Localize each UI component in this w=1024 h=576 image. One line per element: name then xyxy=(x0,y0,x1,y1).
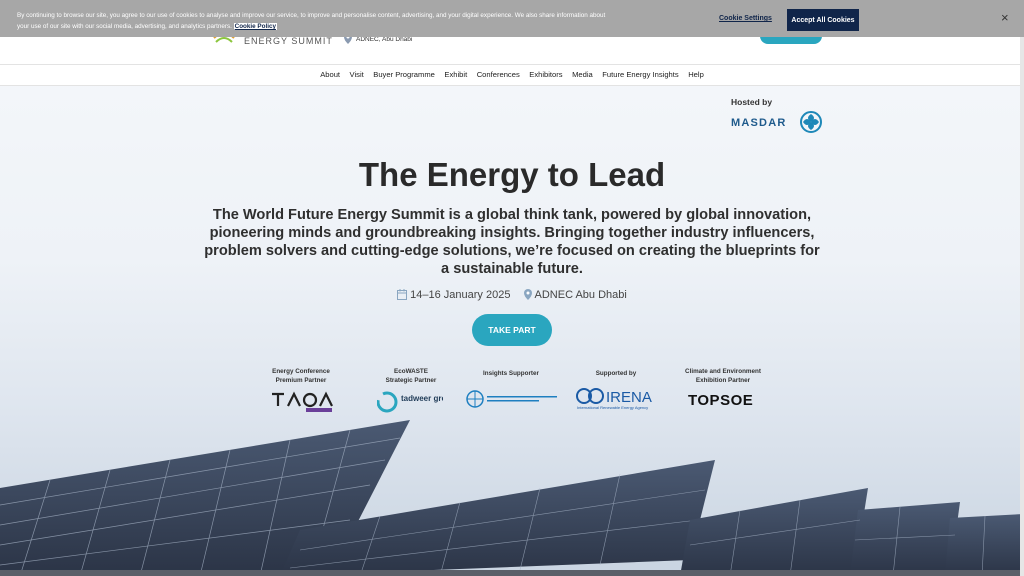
hero-title: The Energy to Lead xyxy=(358,156,666,193)
partner-caption: Premium Partner xyxy=(275,377,327,384)
partner-irena[interactable]: Supported by xyxy=(576,369,656,378)
partner-caption: EcoWASTE xyxy=(394,368,428,375)
cookie-banner-text: By continuing to browse our site, you ag… xyxy=(17,10,617,32)
event-meta: 14–16 January 2025 ADNEC Abu Dhabi xyxy=(0,289,1024,301)
partner-caption: Climate and Environment xyxy=(685,368,761,375)
calendar-icon xyxy=(397,289,408,300)
irena-logo-text: IRENA xyxy=(606,389,652,406)
nav-item-about[interactable]: About xyxy=(320,70,340,79)
nav-item-future-energy-insights[interactable]: Future Energy Insights xyxy=(602,70,678,79)
nav-item-conferences[interactable]: Conferences xyxy=(477,70,520,79)
header-location: ADNEC, Abu Dhabi xyxy=(356,36,413,43)
solar-panels-background xyxy=(0,420,1024,576)
taqa-logo-icon[interactable] xyxy=(270,390,334,414)
irena-logo-icon[interactable]: IRENA International Renewable Energy Age… xyxy=(576,387,660,411)
tadweer-logo-text: tadweer group xyxy=(401,394,443,403)
masdar-logo-text[interactable]: MASDAR xyxy=(731,117,786,129)
tadweer-logo-icon[interactable]: tadweer group xyxy=(377,390,443,414)
partner-caption: Strategic Partner xyxy=(385,377,437,384)
nav-item-help[interactable]: Help xyxy=(688,70,704,79)
nav-item-exhibitors[interactable]: Exhibitors xyxy=(529,70,562,79)
partner-topsoe[interactable]: Climate and Environment Exhibition Partn… xyxy=(678,367,768,385)
partner-caption: Exhibition Partner xyxy=(695,377,751,384)
cookie-settings-link[interactable]: Cookie Settings xyxy=(719,15,772,22)
cookie-policy-link[interactable]: Cookie Policy xyxy=(233,23,277,30)
irena-logo-subtext: International Renewable Energy Agency xyxy=(577,405,648,410)
page-scrollbar[interactable] xyxy=(1020,37,1024,576)
partner-caption: Supported by xyxy=(595,370,637,377)
location-pin-icon xyxy=(523,289,532,300)
nav-item-exhibit[interactable]: Exhibit xyxy=(444,70,467,79)
accept-cookies-button[interactable]: Accept All Cookies xyxy=(787,9,859,31)
close-icon[interactable]: × xyxy=(1001,10,1009,25)
logo-text[interactable]: ENERGY SUMMIT xyxy=(244,36,333,46)
partner-taqa[interactable]: Energy Conference Premium Partner xyxy=(258,367,344,385)
masdar-logo-icon[interactable] xyxy=(800,111,822,133)
partner-caption: Insights Supporter xyxy=(483,370,539,377)
hero-description: The World Future Energy Summit is a glob… xyxy=(204,207,820,277)
partner-tadweer[interactable]: EcoWASTE Strategic Partner xyxy=(370,367,452,385)
main-nav: About Visit Buyer Programme Exhibit Conf… xyxy=(0,64,1024,86)
nav-item-visit[interactable]: Visit xyxy=(350,70,364,79)
partner-caption: Energy Conference xyxy=(272,368,330,375)
cookie-banner: By continuing to browse our site, you ag… xyxy=(0,0,1024,37)
event-venue: ADNEC Abu Dhabi xyxy=(534,289,627,301)
unido-logo-icon[interactable] xyxy=(465,390,559,408)
event-dates: 14–16 January 2025 xyxy=(410,289,511,301)
partner-unido[interactable]: Insights Supporter xyxy=(470,369,552,378)
hosted-by-label: Hosted by xyxy=(731,97,773,107)
take-part-button[interactable]: TAKE PART xyxy=(472,314,552,346)
nav-item-buyer-programme[interactable]: Buyer Programme xyxy=(373,70,435,79)
cookie-message: By continuing to browse our site, you ag… xyxy=(17,12,606,30)
topsoe-logo-text[interactable]: TOPSOE xyxy=(688,392,753,409)
nav-item-media[interactable]: Media xyxy=(572,70,593,79)
